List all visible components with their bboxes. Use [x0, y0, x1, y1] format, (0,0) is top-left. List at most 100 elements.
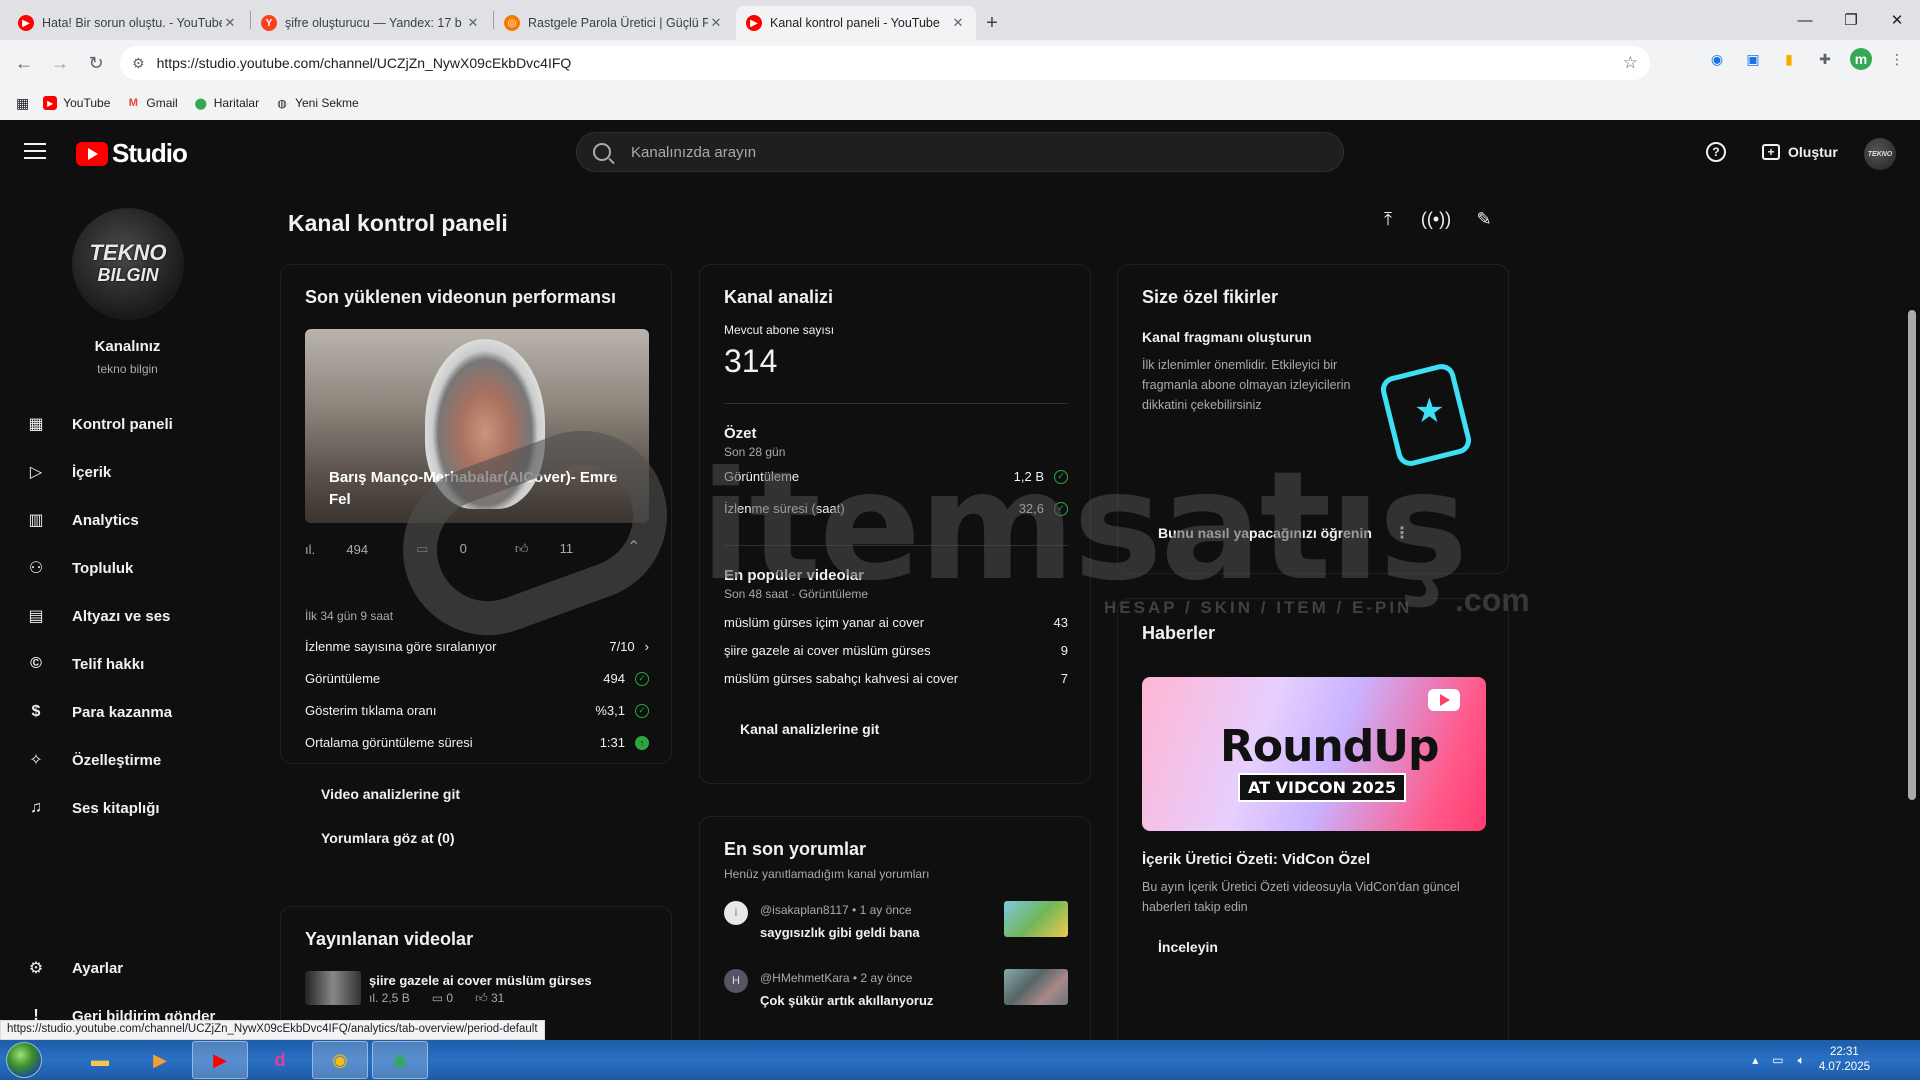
bookmark-gmail[interactable]: M Gmail — [126, 96, 178, 110]
channel-analytics-link[interactable]: Kanal analizlerine git — [740, 721, 879, 737]
youtube-app-icon[interactable]: ▶ — [192, 1041, 248, 1079]
clock[interactable]: 22:31 4.07.2025 — [1819, 1045, 1870, 1075]
volume-icon[interactable]: 🔈︎ — [1798, 1053, 1805, 1068]
close-icon[interactable]: ✕ — [708, 15, 724, 31]
sidebar-item-analytics[interactable]: ▥ Analytics — [0, 496, 255, 544]
close-icon[interactable]: ✕ — [222, 15, 238, 31]
search-input[interactable]: Kanalınızda arayın — [576, 132, 1344, 172]
help-icon[interactable]: ? — [1706, 142, 1726, 162]
clock-date: 4.07.2025 — [1818, 1061, 1870, 1073]
app-icon[interactable]: d — [252, 1041, 308, 1079]
profile-avatar[interactable]: m — [1850, 48, 1872, 70]
comment-item[interactable]: H @HMehmetKara • 2 ay önce Çok şükür art… — [724, 969, 1068, 1017]
sidebar-item-copyright[interactable]: © Telif hakkı — [0, 640, 255, 688]
edit-icon[interactable]: ✎ — [1471, 206, 1497, 232]
copyright-icon: © — [30, 655, 42, 672]
chevron-up-icon[interactable]: ⌃ — [627, 537, 640, 557]
chrome-icon[interactable]: ◉ — [372, 1041, 428, 1079]
menu-icon[interactable] — [24, 140, 46, 162]
metric-row[interactable]: İzlenme sayısına göre sıralanıyor 7/10 › — [305, 639, 649, 654]
channel-handle: tekno bilgin — [97, 362, 158, 376]
close-window-button[interactable]: ✕ — [1874, 0, 1920, 40]
start-button[interactable] — [6, 1042, 42, 1078]
summary-row: Görüntüleme 1,2 B ✓ — [724, 469, 1068, 484]
clock-time: 22:31 — [1830, 1046, 1859, 1058]
news-banner[interactable]: RoundUp AT VIDCON 2025 — [1142, 677, 1486, 831]
extension-icon[interactable]: ▣ — [1742, 48, 1764, 70]
create-icon: + — [1762, 144, 1780, 160]
close-icon[interactable]: ✕ — [950, 15, 966, 31]
comment-author: @HMehmetKara — [760, 971, 850, 985]
metric-value: 7/10 — [609, 639, 635, 654]
sidebar-item-community[interactable]: ⚇ Topluluk — [0, 544, 255, 592]
puzzle-icon[interactable]: ✚ — [1814, 48, 1836, 70]
top-video-row[interactable]: müslüm gürses sabahçı kahvesi ai cover 7 — [724, 671, 1068, 686]
minimize-button[interactable]: — — [1782, 0, 1828, 40]
browser-tab[interactable]: Y şifre oluşturucu — Yandex: 17 b ✕ — [251, 6, 491, 40]
extension-icon[interactable]: ▮ — [1778, 48, 1800, 70]
tray-arrow-icon[interactable]: ▴ — [1752, 1053, 1758, 1067]
studio-logo[interactable]: Studio — [76, 138, 188, 169]
apps-icon[interactable]: ▦ — [16, 95, 29, 112]
sidebar-item-customization[interactable]: ✧ Özelleştirme — [0, 736, 255, 784]
media-player-icon[interactable]: ▶ — [132, 1041, 188, 1079]
address-bar[interactable]: ⚙ https://studio.youtube.com/channel/UCZ… — [120, 46, 1650, 80]
sidebar-item-monetization[interactable]: $ Para kazanma — [0, 688, 255, 736]
sidebar-item-subtitles[interactable]: ▤ Altyazı ve ses — [0, 592, 255, 640]
browser-tab[interactable]: ▶ Hata! Bir sorun oluştu. - YouTube ✕ — [8, 6, 248, 40]
published-video-item[interactable]: şiire gazele ai cover müslüm gürses ıl. … — [305, 971, 649, 1011]
upload-icon[interactable]: ⤒ — [1375, 206, 1401, 232]
video-thumbnail[interactable]: Barış Mançо-Merhabalar(AICover)- Emre Fe… — [305, 329, 649, 523]
avatar: i — [724, 901, 748, 925]
channel-avatar[interactable]: TEKNO BILGIN — [72, 208, 184, 320]
video-analytics-link[interactable]: Video analizlerine git — [321, 786, 460, 802]
top-video-row[interactable]: şiire gazele ai cover müslüm gürses 9 — [724, 643, 1068, 658]
top-video-row[interactable]: müslüm gürses içim yanar ai cover 43 — [724, 615, 1068, 630]
close-icon[interactable]: ✕ — [465, 15, 481, 31]
view-comments-link[interactable]: Yorumlara göz at (0) — [321, 830, 455, 846]
studio-app: Studio Kanalınızda arayın ? + Oluştur TE… — [0, 120, 1920, 1056]
main-content: Kanal kontrol paneli ⤒ ((•)) ✎ Son yükle… — [255, 184, 1895, 1056]
scrollbar[interactable] — [1908, 310, 1916, 800]
chevron-right-icon: › — [644, 639, 649, 654]
live-icon[interactable]: ((•)) — [1421, 206, 1451, 232]
bookmark-new-tab[interactable]: ◍ Yeni Sekme — [275, 96, 358, 110]
learn-how-link[interactable]: Bunu nasıl yapacağınızı öğrenin — [1158, 525, 1372, 541]
create-button[interactable]: + Oluştur — [1752, 134, 1848, 170]
likes-value: 31 — [490, 991, 505, 1005]
bookmark-star-icon[interactable]: ☆ — [1623, 53, 1638, 73]
chrome-icon[interactable]: ◉ — [312, 1041, 368, 1079]
news-link[interactable]: İnceleyin — [1158, 939, 1218, 955]
network-icon[interactable]: ▭ — [1772, 1053, 1783, 1067]
divider — [724, 545, 1068, 546]
dollar-icon: $ — [31, 703, 41, 720]
banner-subtitle: AT VIDCON 2025 — [1238, 773, 1407, 802]
restore-button[interactable]: ❐ — [1828, 0, 1874, 40]
likes-stat: 👍︎ 11 — [515, 541, 597, 557]
browser-tab[interactable]: ◎ Rastgele Parola Üretici | Güçlü P ✕ — [494, 6, 734, 40]
bookmark-maps[interactable]: ⬤ Haritalar — [194, 96, 260, 110]
sidebar-item-dashboard[interactable]: ▦ Kontrol paneli — [0, 400, 255, 448]
comment-item[interactable]: i @isakaplan8117 • 1 ay önce saygısızlık… — [724, 901, 1068, 949]
menu-dots-icon[interactable]: ⋮ — [1886, 48, 1908, 70]
site-info-icon[interactable]: ⚙ — [132, 55, 145, 72]
new-tab-button[interactable]: + — [978, 6, 1006, 40]
browser-chrome: ▶ Hata! Bir sorun oluştu. - YouTube ✕ Y … — [0, 0, 1920, 120]
sidebar-item-audio-library[interactable]: ♫ Ses kitaplığı — [0, 784, 255, 832]
extension-icon[interactable]: ◉ — [1706, 48, 1728, 70]
metric-label: İzlenme sayısına göre sıralanıyor — [305, 639, 497, 654]
forward-button[interactable]: → — [44, 47, 76, 79]
comments-stat: ▭ 0 — [416, 541, 491, 557]
metric-row: Görüntüleme 494 ✓ — [305, 671, 649, 686]
sidebar-item-settings[interactable]: ⚙ Ayarlar — [0, 944, 255, 992]
youtube-icon: ▶ — [746, 15, 762, 31]
explorer-icon[interactable]: ▬ — [72, 1041, 128, 1079]
browser-tab-active[interactable]: ▶ Kanal kontrol paneli - YouTube ✕ — [736, 6, 976, 40]
bookmark-youtube[interactable]: ▶ YouTube — [43, 96, 110, 110]
account-avatar[interactable]: TEKNO — [1864, 138, 1896, 170]
back-button[interactable]: ← — [8, 47, 40, 79]
reload-button[interactable]: ↻ — [80, 47, 112, 79]
sidebar-item-content[interactable]: ▷ İçerik — [0, 448, 255, 496]
divider — [724, 403, 1068, 404]
more-options-icon[interactable]: ⋮ — [1394, 523, 1410, 543]
